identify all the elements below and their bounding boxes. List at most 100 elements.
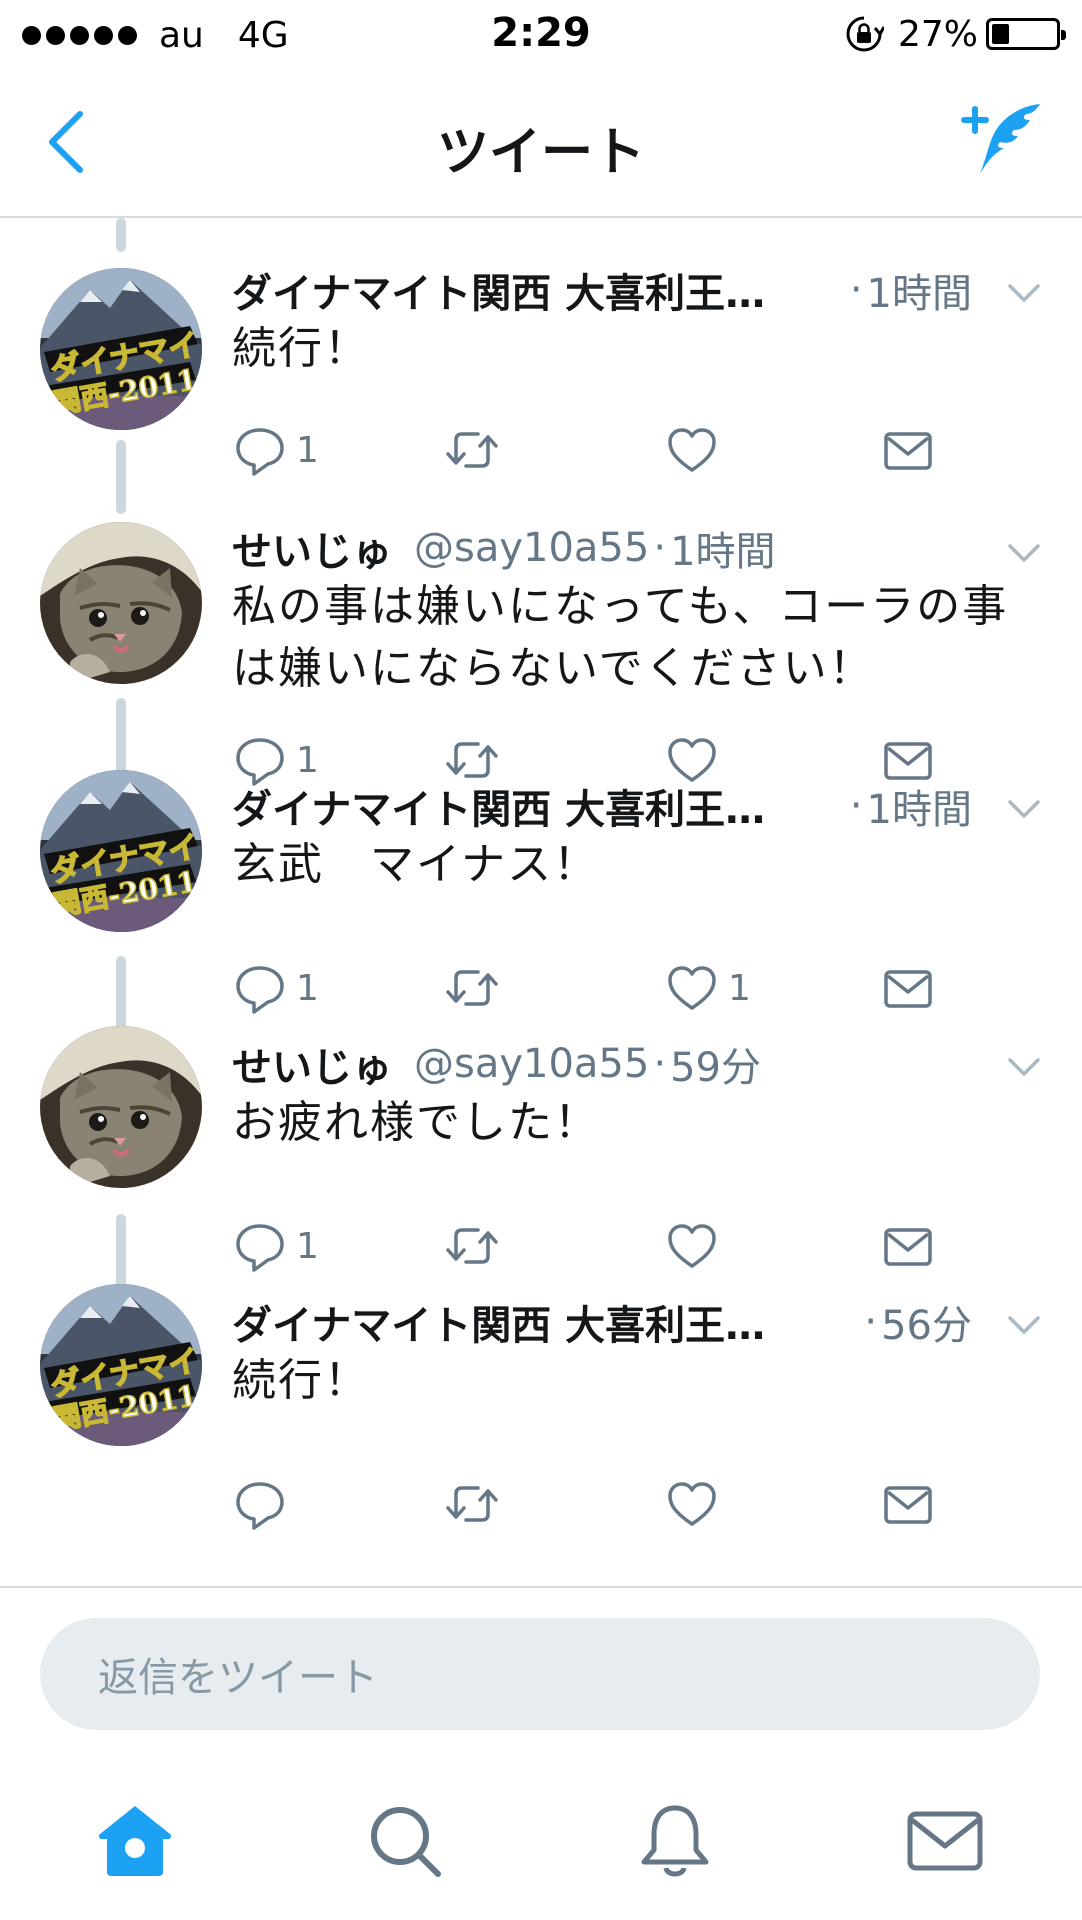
timestamp[interactable]: 59分	[670, 1036, 761, 1092]
chevron-down-icon[interactable]	[1002, 270, 1046, 314]
like-icon	[668, 1482, 716, 1526]
mail-icon	[907, 1811, 983, 1871]
direct-message-button[interactable]	[880, 1474, 936, 1534]
reply-count: 1	[296, 1225, 319, 1267]
like-button[interactable]	[664, 1216, 728, 1276]
retweet-button[interactable]	[444, 1474, 508, 1534]
dynamite-logo-avatar: ダイナマイト関西-2011	[40, 770, 202, 932]
direct-message-button[interactable]	[880, 958, 936, 1018]
like-icon	[668, 1224, 716, 1268]
direct-message-button[interactable]	[880, 420, 936, 480]
direct-message-icon	[884, 1228, 932, 1266]
handle[interactable]: @say10a55	[414, 525, 649, 571]
retweet-icon	[446, 432, 498, 468]
retweet-button[interactable]	[444, 958, 508, 1018]
battery-icon	[986, 18, 1066, 50]
bell-icon	[641, 1805, 709, 1877]
tweet-thread[interactable]: ダイナマイト 関西-2011 ダイナマイト関西 大喜利王… · 1時間 続行！ 1 せいじゅ…	[0, 218, 1082, 1586]
retweet-icon	[446, 1486, 498, 1522]
chevron-down-icon[interactable]	[1002, 530, 1046, 574]
reply-bar: 返信をツイート	[0, 1586, 1082, 1766]
timestamp[interactable]: 56分	[881, 1294, 972, 1350]
chevron-down-icon[interactable]	[1002, 1302, 1046, 1346]
like-button[interactable]	[664, 1474, 728, 1534]
rotation-lock-icon	[846, 16, 884, 52]
reply-icon	[236, 1482, 284, 1530]
thread-connector	[116, 956, 126, 1032]
reply-button[interactable]: 1	[232, 420, 319, 480]
direct-message-icon	[884, 970, 932, 1008]
reply-input[interactable]: 返信をツイート	[40, 1618, 1040, 1730]
timestamp[interactable]: 1時間	[867, 778, 972, 834]
tweet-header: せいじゅ @say10a55 · 1時間	[232, 520, 972, 576]
retweet-button[interactable]	[444, 1216, 508, 1276]
tab-search[interactable]	[360, 1796, 450, 1886]
reply-count: 1	[296, 429, 319, 471]
search-icon	[371, 1807, 441, 1877]
avatar[interactable]: ダイナマイト 関西-2011	[40, 1284, 202, 1446]
tab-home[interactable]	[90, 1796, 180, 1886]
status-bar: au 4G 2:29 27%	[0, 0, 1082, 70]
display-name[interactable]: ダイナマイト関西 大喜利王…	[232, 262, 765, 318]
tweet-header: せいじゅ @say10a55 · 59分	[232, 1036, 972, 1092]
tweet-text: 続行！	[232, 323, 370, 374]
display-name[interactable]: ダイナマイト関西 大喜利王…	[232, 778, 765, 834]
like-button[interactable]: 1	[664, 958, 751, 1018]
reply-button[interactable]: 1	[232, 958, 319, 1018]
direct-message-button[interactable]	[880, 1216, 936, 1276]
reply-icon	[236, 428, 284, 476]
page-title: ツイート	[436, 123, 645, 183]
display-name[interactable]: せいじゅ	[232, 520, 392, 576]
tweet-header: ダイナマイト関西 大喜利王… · 1時間	[232, 262, 972, 318]
separator-dot: ·	[653, 1041, 667, 1087]
battery-percent: 27%	[897, 13, 978, 55]
navigation-bar: ツイート	[0, 70, 1082, 218]
thread-connector	[116, 698, 126, 776]
avatar[interactable]: ダイナマイト 関西-2011	[40, 268, 202, 430]
separator-dot: ·	[849, 783, 863, 829]
tweet-actions: 11	[232, 958, 952, 1018]
tweet-text: 私の事は嫌いになっても、コーラの事は嫌いにならないでください！	[232, 581, 1009, 694]
reply-count: 1	[296, 739, 319, 781]
reply-icon	[236, 1224, 284, 1272]
reply-count: 1	[296, 967, 319, 1009]
tweet-text: 続行！	[232, 1355, 370, 1406]
separator-dot: ·	[849, 267, 863, 313]
avatar[interactable]	[40, 1026, 202, 1188]
dynamite-logo-avatar: ダイナマイト関西-2011	[40, 268, 202, 430]
chevron-down-icon[interactable]	[1002, 786, 1046, 830]
retweet-icon	[446, 970, 498, 1006]
direct-message-icon	[884, 1486, 932, 1524]
timestamp[interactable]: 1時間	[670, 520, 775, 576]
thread-connector	[116, 440, 126, 514]
status-right: 27%	[844, 12, 1066, 56]
tweet-actions: 1	[232, 1216, 952, 1276]
direct-message-icon	[884, 432, 932, 470]
tab-notifications[interactable]	[630, 1796, 720, 1886]
thread-connector	[116, 1214, 126, 1290]
separator-dot: ·	[864, 1299, 878, 1345]
retweet-icon	[446, 1228, 498, 1264]
cat-photo-avatar	[40, 522, 202, 684]
tweet-text: お疲れ様でした！	[232, 1097, 600, 1148]
chevron-down-icon[interactable]	[1002, 1044, 1046, 1088]
display-name[interactable]: ダイナマイト関西 大喜利王…	[232, 1294, 765, 1350]
tweet-text: 玄武 マイナス！	[232, 839, 600, 890]
tweet-actions: 1	[232, 420, 952, 480]
avatar[interactable]: ダイナマイト 関西-2011	[40, 770, 202, 932]
timestamp[interactable]: 1時間	[867, 262, 972, 318]
separator-dot: ·	[653, 525, 667, 571]
display-name[interactable]: せいじゅ	[232, 1036, 392, 1092]
compose-tweet-button[interactable]	[960, 98, 1044, 182]
avatar[interactable]	[40, 522, 202, 684]
tab-messages[interactable]	[900, 1796, 990, 1886]
retweet-button[interactable]	[444, 420, 508, 480]
tweet-actions	[232, 1474, 952, 1534]
reply-button[interactable]: 1	[232, 1216, 319, 1276]
like-button[interactable]	[664, 420, 728, 480]
tweet-header: ダイナマイト関西 大喜利王… · 56分	[232, 1294, 972, 1350]
dynamite-logo-avatar: ダイナマイト関西-2011	[40, 1284, 202, 1446]
like-icon	[668, 966, 716, 1010]
reply-button[interactable]	[232, 1474, 296, 1534]
handle[interactable]: @say10a55	[414, 1041, 649, 1087]
